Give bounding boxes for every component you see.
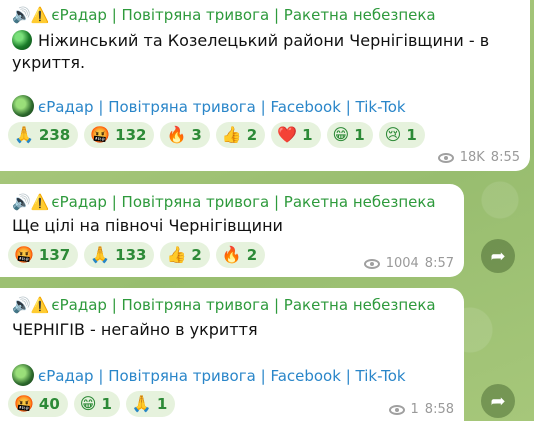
message-text-cont: укриття. <box>12 53 86 72</box>
fire-icon: 🔥 <box>166 125 187 144</box>
reaction-fire[interactable]: 🔥 3 <box>160 122 210 148</box>
channel-name: єРадар <box>51 6 107 24</box>
channel-link[interactable]: єРадар <box>38 367 94 385</box>
facebook-link[interactable]: Facebook <box>270 367 340 385</box>
view-count: 1004 <box>385 256 419 271</box>
alert-icons: 🔊⚠️ <box>12 296 50 314</box>
message-text: ЧЕРНІГІВ - негайно в укриття <box>12 320 258 339</box>
air-alert-label: Повітряна тривога <box>121 296 270 314</box>
angry-face-icon: 🤬 <box>90 125 111 144</box>
angry-face-icon: 🤬 <box>14 245 34 264</box>
air-alert-label: Повітряна тривога <box>121 6 270 24</box>
share-icon: ➦ <box>490 390 506 412</box>
share-button[interactable]: ➦ <box>481 239 515 273</box>
air-alert-link[interactable]: Повітряна тривога <box>108 367 256 385</box>
views-icon <box>388 404 405 415</box>
message-time: 8:58 <box>424 402 454 417</box>
reactions-bar: 🤬 40 😁 1 🙏 1 <box>8 391 176 417</box>
facebook-link[interactable]: Facebook <box>270 98 340 116</box>
missile-danger-label: Ракетна небезпека <box>283 6 436 24</box>
message-links: єРадар | Повітряна тривога | Facebook | … <box>12 95 406 117</box>
reaction-cry[interactable]: 😢 1 <box>378 122 425 148</box>
reaction-angry[interactable]: 🤬 132 <box>84 122 155 148</box>
globe-icon <box>12 30 32 50</box>
message-header: 🔊⚠️ єРадар | Повітряна тривога | Ракетна … <box>12 6 436 24</box>
missile-danger-label: Ракетна небезпека <box>283 193 436 211</box>
message-time: 8:55 <box>490 150 520 165</box>
grin-icon: 😁 <box>332 125 350 144</box>
reaction-grin[interactable]: 😁 1 <box>73 391 120 417</box>
message-header: 🔊⚠️ єРадар | Повітряна тривога | Ракетна … <box>12 296 436 314</box>
reaction-pray[interactable]: 🙏 1 <box>125 391 176 417</box>
pray-icon: 🙏 <box>90 245 111 264</box>
message-time: 8:57 <box>424 256 454 271</box>
air-alert-label: Повітряна тривога <box>121 193 270 211</box>
reaction-pray[interactable]: 🙏 133 <box>84 242 155 268</box>
heart-icon: ❤️ <box>277 125 298 144</box>
missile-danger-label: Ракетна небезпека <box>283 296 436 314</box>
thumbs-up-icon: 👍 <box>166 245 187 264</box>
tiktok-link[interactable]: Tik-Tok <box>356 367 406 385</box>
tiktok-link[interactable]: Tik-Tok <box>356 98 406 116</box>
share-icon: ➦ <box>490 245 506 267</box>
channel-name: єРадар <box>51 193 107 211</box>
fire-icon: 🔥 <box>221 245 242 264</box>
reactions-bar: 🤬 137 🙏 133 👍 2 🔥 2 <box>8 242 266 268</box>
message-text: Ніжинський та Козелецький райони Чернігі… <box>12 30 489 50</box>
reaction-grin[interactable]: 😁 1 <box>326 122 373 148</box>
reaction-angry[interactable]: 🤬 40 <box>8 391 68 417</box>
message-meta: 1004 8:57 <box>363 256 454 271</box>
message-bubble[interactable]: 🔊⚠️ єРадар | Повітряна тривога | Ракетна … <box>0 288 464 421</box>
crying-face-icon: 😢 <box>384 125 402 144</box>
reactions-bar: 🙏 238 🤬 132 🔥 3 👍 2 ❤️ 1 😁 1 😢 1 <box>8 122 425 148</box>
message-meta: 1 8:58 <box>388 402 454 417</box>
message-bubble[interactable]: 🔊⚠️ єРадар | Повітряна тривога | Ракетна … <box>0 0 530 171</box>
views-icon <box>437 152 454 163</box>
reaction-pray[interactable]: 🙏 238 <box>8 122 79 148</box>
pray-icon: 🙏 <box>14 125 34 144</box>
alert-icons: 🔊⚠️ <box>12 6 50 24</box>
message-links: єРадар | Повітряна тривога | Facebook | … <box>12 364 406 386</box>
message-text: Ще цілі на півночі Чернігівщини <box>12 216 283 235</box>
reaction-thumbs-up[interactable]: 👍 2 <box>160 242 210 268</box>
angry-face-icon: 🤬 <box>14 394 34 413</box>
message-meta: 18K 8:55 <box>437 150 520 165</box>
thumbs-up-icon: 👍 <box>221 125 242 144</box>
reaction-fire[interactable]: 🔥 2 <box>215 242 266 268</box>
pray-icon: 🙏 <box>131 394 152 413</box>
alert-icons: 🔊⚠️ <box>12 193 50 211</box>
grin-icon: 😁 <box>79 394 97 413</box>
reaction-thumbs-up[interactable]: 👍 2 <box>215 122 266 148</box>
radar-logo-icon <box>12 364 34 386</box>
channel-link[interactable]: єРадар <box>38 98 94 116</box>
view-count: 18K <box>459 150 485 165</box>
reaction-heart[interactable]: ❤️ 1 <box>271 122 321 148</box>
view-count: 1 <box>410 402 419 417</box>
message-header: 🔊⚠️ єРадар | Повітряна тривога | Ракетна … <box>12 193 436 211</box>
radar-logo-icon <box>12 95 34 117</box>
message-bubble[interactable]: 🔊⚠️ єРадар | Повітряна тривога | Ракетна … <box>0 184 464 277</box>
air-alert-link[interactable]: Повітряна тривога <box>108 98 256 116</box>
channel-name: єРадар <box>51 296 107 314</box>
views-icon <box>363 258 380 269</box>
share-button[interactable]: ➦ <box>481 384 515 418</box>
reaction-angry[interactable]: 🤬 137 <box>8 242 79 268</box>
